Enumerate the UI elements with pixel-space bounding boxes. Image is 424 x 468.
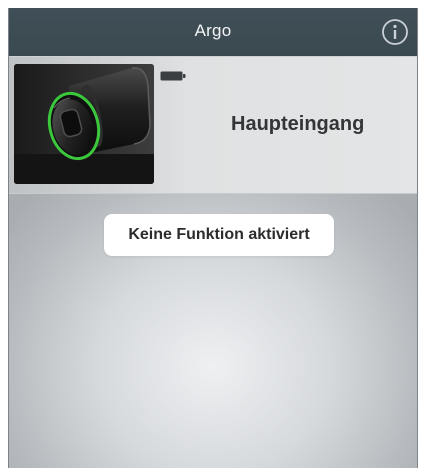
device-name: Haupteingang [231, 113, 365, 135]
info-icon[interactable] [381, 18, 409, 46]
battery-icon [160, 69, 188, 81]
app-screen: Argo Haupteingang Keine Funktion aktivie… [8, 8, 418, 468]
door-lock-cylinder-image [14, 64, 154, 184]
page-title: Argo [194, 21, 232, 40]
status-toast: Keine Funktion aktiviert [104, 214, 334, 256]
device-list-item[interactable]: Haupteingang [9, 56, 417, 194]
navigation-bar: Argo [9, 8, 417, 56]
